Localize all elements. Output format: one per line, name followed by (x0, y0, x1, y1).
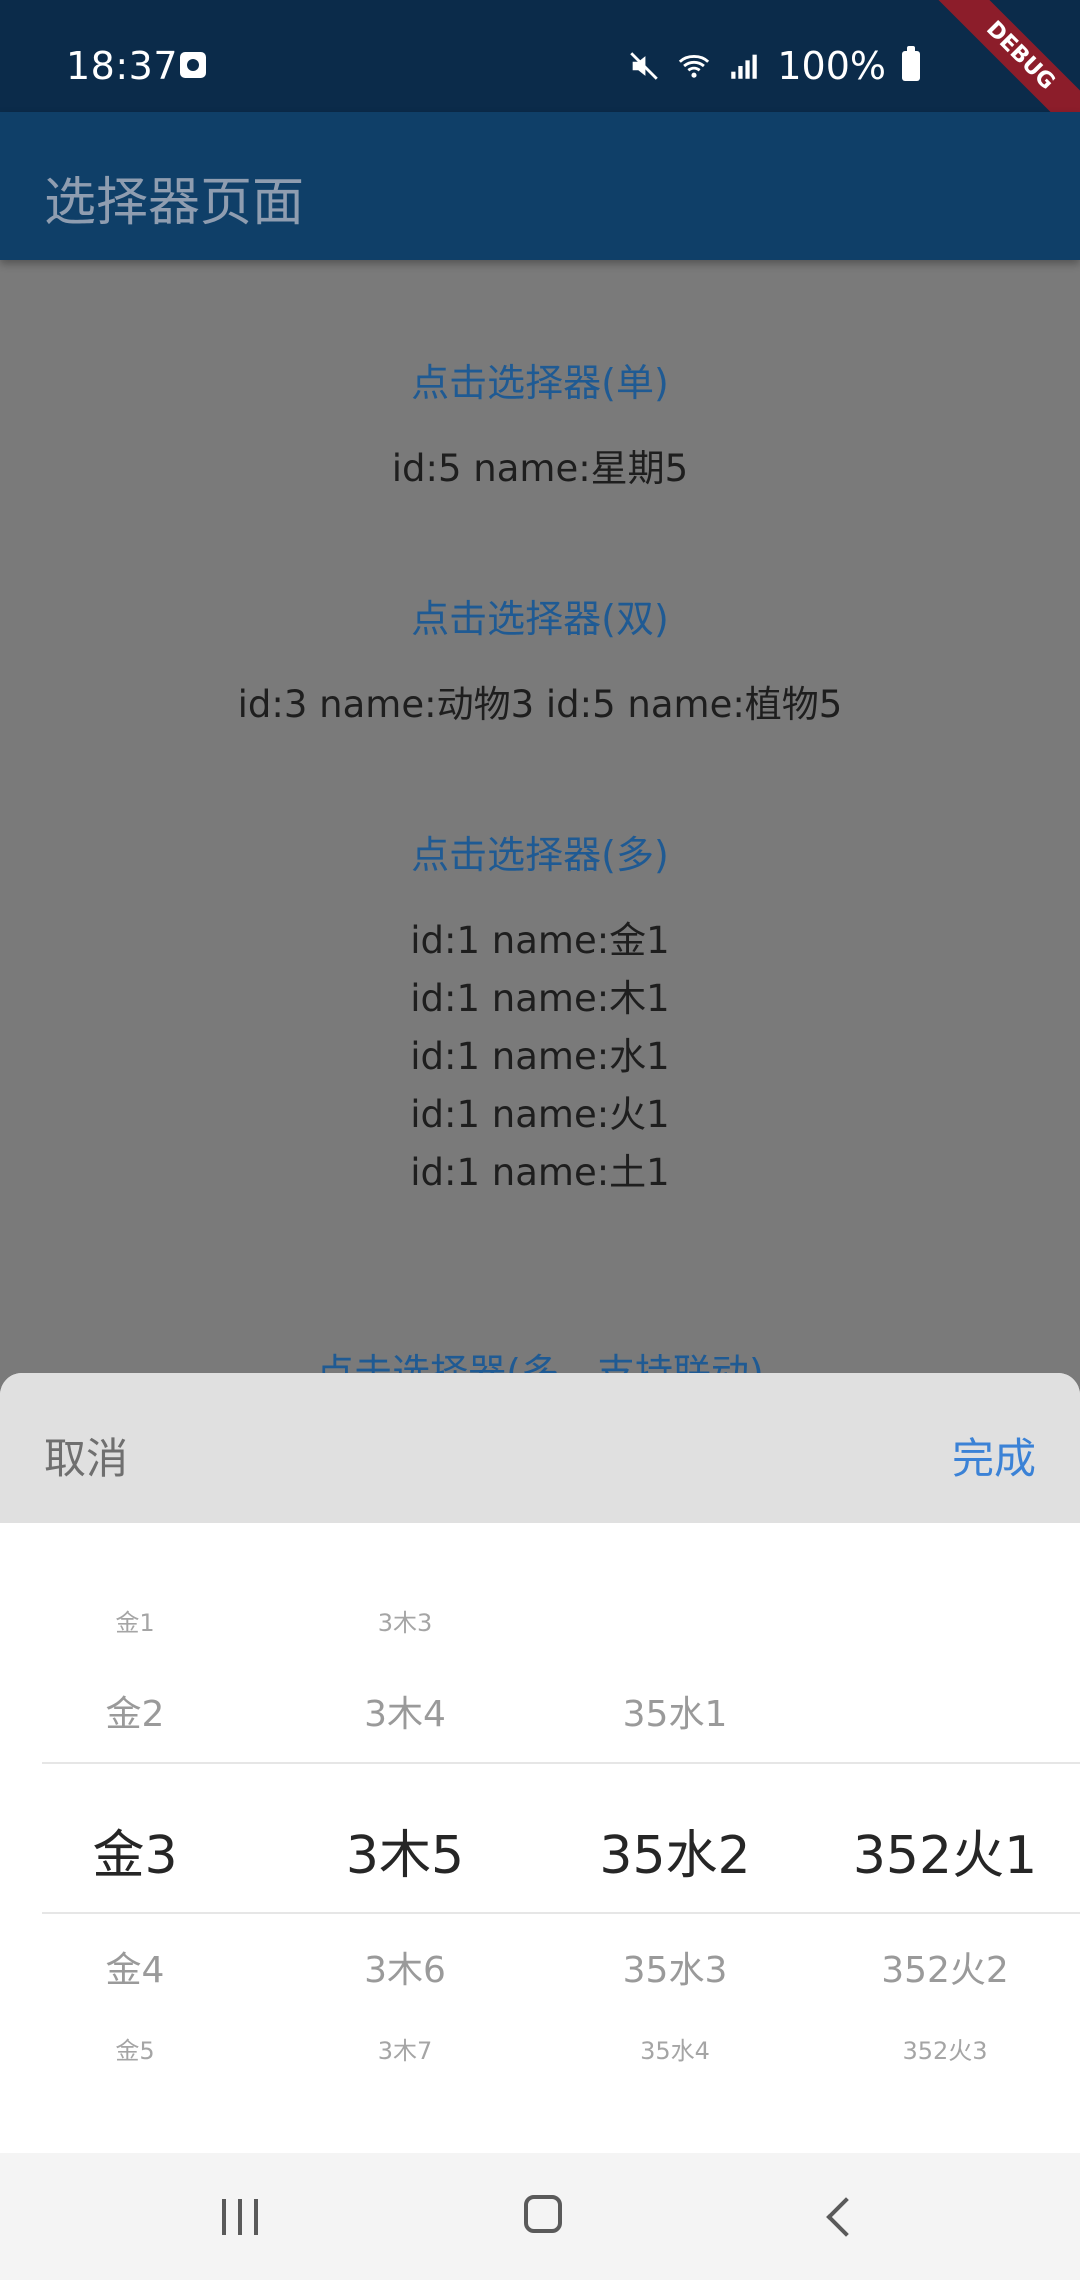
home-button[interactable] (484, 2153, 604, 2280)
cancel-button[interactable]: 取消 (44, 1425, 128, 1486)
picker-item-selected[interactable]: 35水2 (540, 1813, 810, 1888)
picker-item[interactable]: 35水3 (540, 1941, 810, 1993)
picker-item[interactable]: 金2 (0, 1685, 270, 1737)
list-item: id:1 name:水1 (410, 1035, 670, 1078)
system-nav-bar (0, 2153, 1080, 2280)
picker-item[interactable]: 35水1 (540, 1685, 810, 1737)
picker-item[interactable]: 3木6 (270, 1941, 540, 1993)
list-item: id:1 name:金1 (410, 919, 670, 962)
status-time: 18:37 (66, 44, 179, 88)
picker-sheet: 取消 完成 金1 金2 金3 金4 金5 3木3 3木4 3木5 3木6 3木7… (0, 1373, 1080, 2153)
recents-icon-bar (238, 2199, 242, 2235)
battery-icon (902, 46, 920, 81)
list-item: id:1 name:土1 (410, 1151, 670, 1194)
picker-item[interactable]: 352火3 (810, 2031, 1080, 2066)
double-result: id:3 name:动物3 id:5 name:植物5 (237, 683, 843, 726)
alarm-icon (180, 52, 206, 78)
multi-picker-link[interactable]: 点击选择器(多) (0, 824, 1080, 879)
signal-icon (731, 54, 758, 79)
picker-header: 取消 完成 (0, 1373, 1080, 1523)
wifi-icon (679, 55, 710, 78)
page-title: 选择器页面 (44, 173, 305, 233)
done-button[interactable]: 完成 (952, 1425, 1036, 1486)
battery-percent: 100% (777, 44, 886, 88)
main-content: 点击选择器(单) id:5 name:星期5 点击选择器(双) id:3 nam… (0, 260, 1080, 1395)
picker-item-selected[interactable]: 352火1 (810, 1813, 1080, 1888)
picker-item[interactable]: 35水4 (540, 2031, 810, 2066)
recents-button[interactable] (182, 2153, 302, 2280)
picker-item-selected[interactable]: 金3 (0, 1813, 270, 1888)
picker-item[interactable]: 3木3 (270, 1603, 540, 1638)
picker-item[interactable]: 352火2 (810, 1941, 1080, 1993)
picker-column-4[interactable]: 352火1 352火2 352火3 (810, 1523, 1080, 2153)
back-icon (826, 2197, 866, 2237)
picker-item[interactable]: 金4 (0, 1941, 270, 1993)
home-icon (524, 2195, 562, 2233)
recents-icon (222, 2199, 226, 2235)
app-bar: 选择器页面 (0, 112, 1080, 260)
mute-icon (630, 52, 659, 80)
picker-item[interactable]: 金5 (0, 2031, 270, 2066)
single-result: id:5 name:星期5 (391, 447, 689, 490)
single-picker-link[interactable]: 点击选择器(单) (0, 352, 1080, 407)
picker-item[interactable]: 3木4 (270, 1685, 540, 1737)
list-item: id:1 name:木1 (410, 977, 670, 1020)
picker-column-1[interactable]: 金1 金2 金3 金4 金5 (0, 1523, 270, 2153)
picker-item-selected[interactable]: 3木5 (270, 1813, 540, 1888)
back-button[interactable] (786, 2153, 906, 2280)
recents-icon-bar (254, 2199, 258, 2235)
picker-item[interactable]: 3木7 (270, 2031, 540, 2066)
picker-column-3[interactable]: 35水1 35水2 35水3 35水4 (540, 1523, 810, 2153)
status-icons: 100% (627, 44, 920, 88)
picker-item[interactable]: 金1 (0, 1603, 270, 1638)
double-picker-link[interactable]: 点击选择器(双) (0, 588, 1080, 643)
list-item: id:1 name:火1 (410, 1093, 670, 1136)
multi-result: id:1 name:金1 id:1 name:木1 id:1 name:水1 i… (0, 912, 1080, 1202)
status-bar: 18:37 100% DEBUG (0, 0, 1080, 160)
picker-column-2[interactable]: 3木3 3木4 3木5 3木6 3木7 (270, 1523, 540, 2153)
